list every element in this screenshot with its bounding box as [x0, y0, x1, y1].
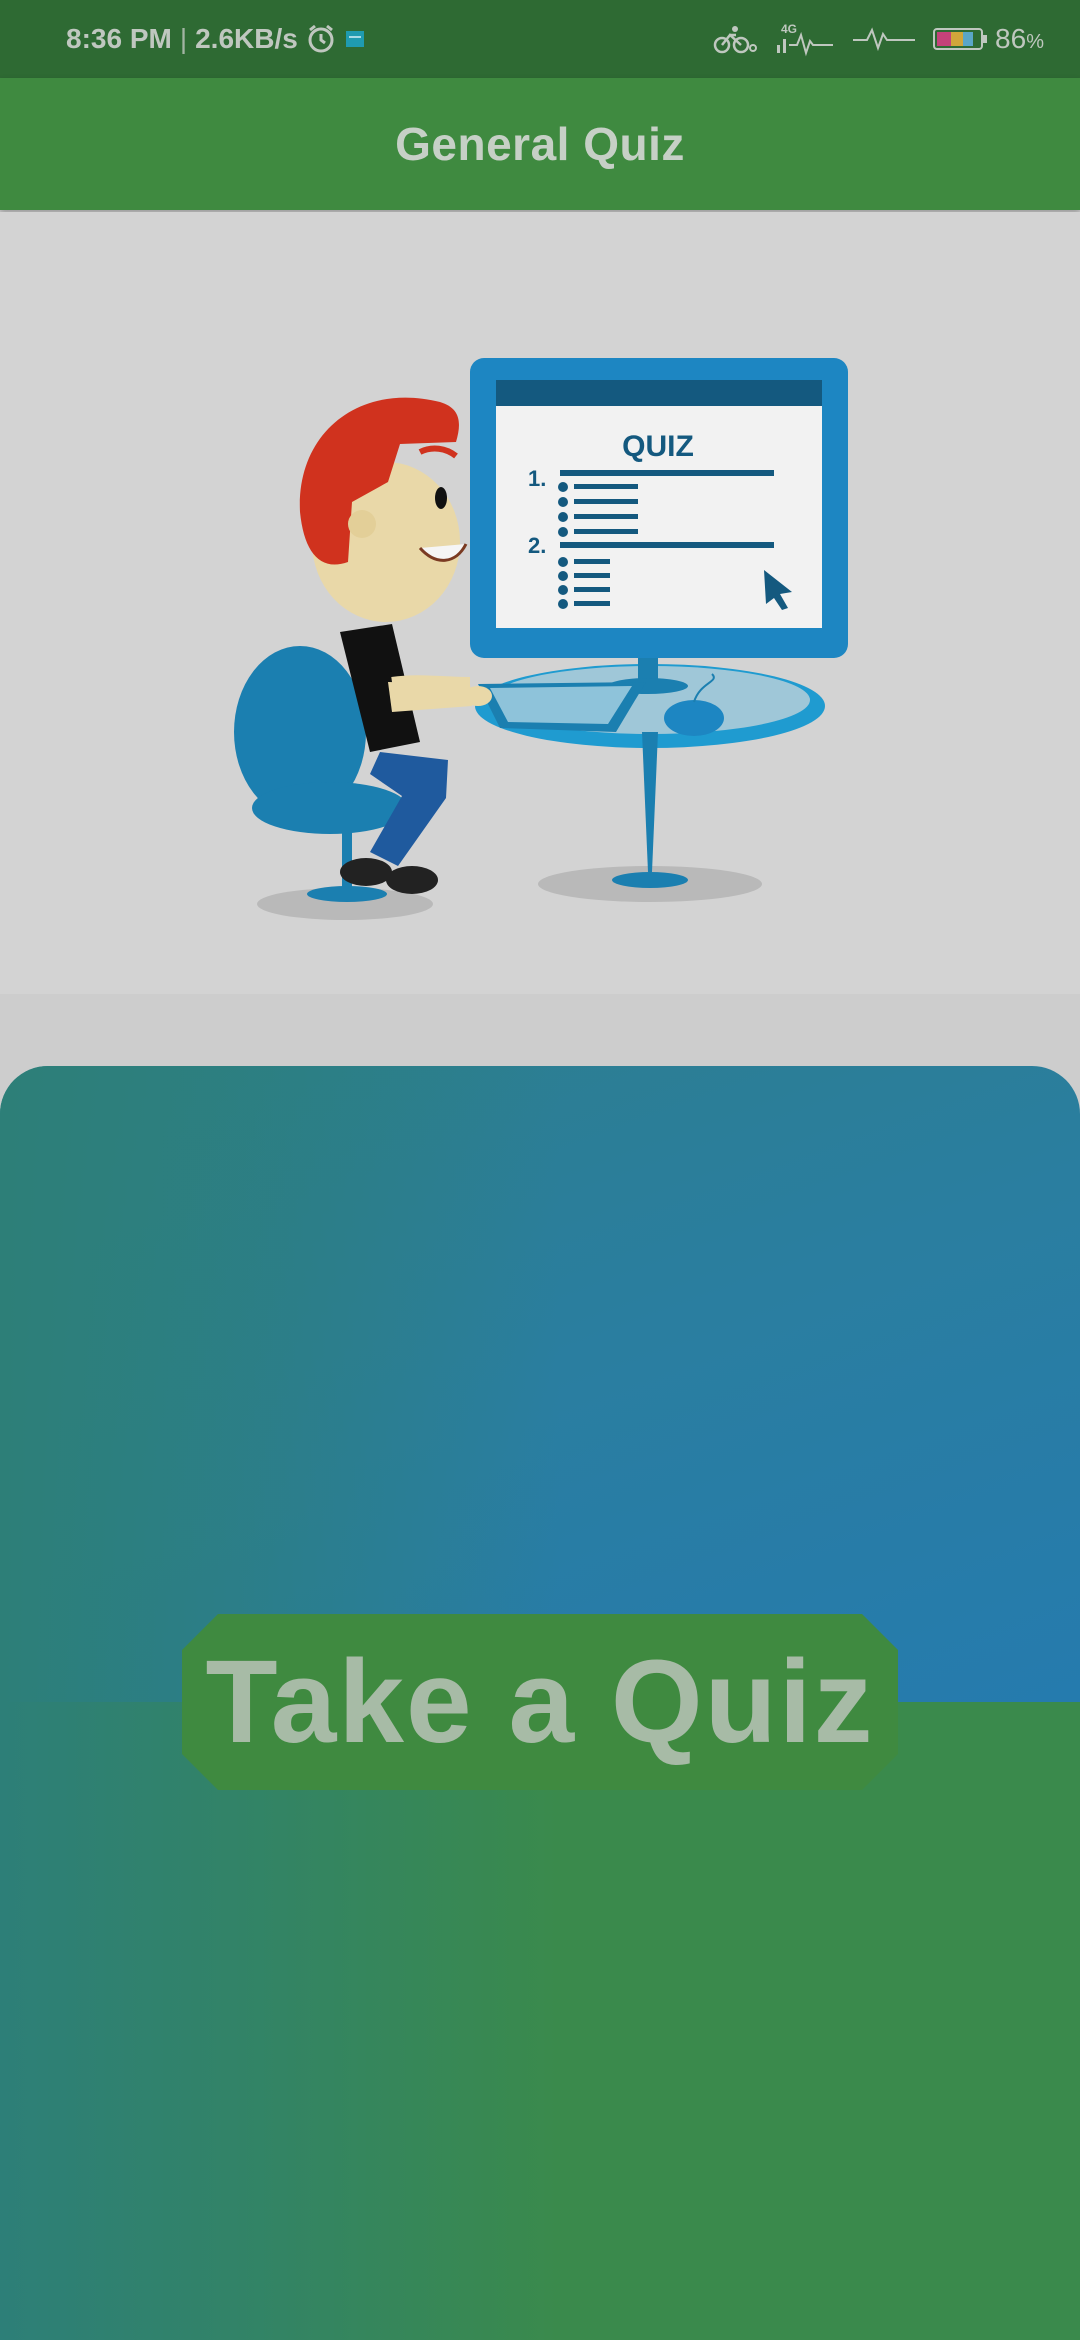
activity-icon: [853, 24, 916, 54]
screen-item-1: 1.: [528, 466, 546, 491]
status-left: 8:36 PM | 2.6KB/s: [66, 23, 366, 55]
svg-text:4G: 4G: [781, 22, 797, 36]
status-time: 8:36 PM: [66, 23, 172, 54]
screen-heading: QUIZ: [622, 430, 694, 463]
battery-icon: [933, 26, 989, 52]
status-bar: 8:36 PM | 2.6KB/s 4G 86%: [0, 0, 1080, 78]
status-separator: |: [179, 23, 188, 54]
take-quiz-button[interactable]: Take a Quiz: [182, 1614, 898, 1790]
battery-percent: 86%: [995, 23, 1044, 54]
signal-icon: 4G: [775, 21, 835, 57]
alarm-icon: [306, 24, 336, 54]
page-title: General Quiz: [395, 118, 685, 170]
battery-indicator: 86%: [933, 23, 1044, 55]
network-speed: 2.6KB/s: [195, 23, 298, 54]
status-right: 4G 86%: [713, 21, 1044, 57]
screen-item-2: 2.: [528, 533, 546, 558]
notification-icon: [344, 28, 366, 50]
quiz-illustration-image: QUIZ 1. 2.: [234, 358, 848, 920]
battery-unit: %: [1026, 31, 1044, 53]
cycling-icon: [713, 24, 758, 54]
quiz-illustration: QUIZ 1. 2.: [0, 212, 1080, 994]
take-quiz-label: Take a Quiz: [205, 1636, 875, 1768]
app-bar: General Quiz: [0, 78, 1080, 210]
